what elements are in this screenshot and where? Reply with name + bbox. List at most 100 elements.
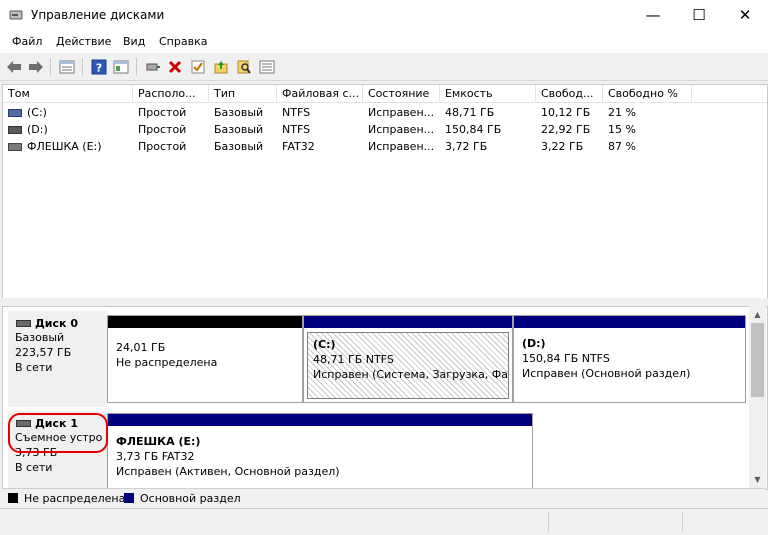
table-row[interactable]: (D:) <box>3 121 133 138</box>
cell-status: Исправен... <box>368 123 435 136</box>
volume-d-size: 150,84 ГБ NTFS <box>522 352 610 365</box>
toolbar: ? <box>0 53 768 81</box>
back-arrow-icon[interactable] <box>4 57 24 77</box>
legend-unallocated: Не распределена <box>24 492 126 505</box>
volume-e-size: 3,73 ГБ FAT32 <box>116 450 195 463</box>
cell-free: 3,22 ГБ <box>541 140 584 153</box>
menu-bar: Файл Действие Вид Справка <box>0 31 768 53</box>
window-title: Управление дисками <box>31 8 165 22</box>
disk-management-app-icon <box>9 10 23 20</box>
disk-0-type: Базовый <box>15 331 65 344</box>
column-header-empty <box>692 85 767 103</box>
volume-e-status: Исправен (Активен, Основной раздел) <box>116 465 340 478</box>
cell-layout: Простой <box>138 140 187 153</box>
unallocated-size: 24,01 ГБ <box>116 341 166 354</box>
pane-splitter[interactable] <box>0 298 768 306</box>
cell-status: Исправен... <box>368 106 435 119</box>
search-icon[interactable] <box>234 57 254 77</box>
vertical-scrollbar[interactable]: ▲ ▼ <box>749 306 766 488</box>
volume-c-status: Исправен (Система, Загрузка, Файл <box>313 368 509 381</box>
help-icon[interactable]: ? <box>89 57 109 77</box>
disk-0-status: В сети <box>15 361 53 374</box>
cell-fs: FAT32 <box>282 140 315 153</box>
volume-d-bar <box>514 316 745 328</box>
cell-layout: Простой <box>138 123 187 136</box>
cell-fs: NTFS <box>282 106 311 119</box>
column-header-filesystem[interactable]: Файловая с... <box>277 85 363 103</box>
cell-free-percent: 21 % <box>608 106 636 119</box>
connect-disk-icon[interactable] <box>143 57 163 77</box>
volume-e[interactable]: ФЛЕШКА (E:) 3,73 ГБ FAT32 Исправен (Акти… <box>107 413 533 489</box>
volume-name: (C:) <box>27 106 47 119</box>
minimize-button[interactable]: — <box>630 0 676 31</box>
column-header-free[interactable]: Свобод... <box>536 85 603 103</box>
column-header-layout[interactable]: Располо... <box>133 85 209 103</box>
close-button[interactable]: ✕ <box>722 0 768 31</box>
legend-primary: Основной раздел <box>140 492 241 505</box>
list-view-icon[interactable] <box>57 57 77 77</box>
column-header-status[interactable]: Состояние <box>363 85 440 103</box>
volume-c-size: 48,71 ГБ NTFS <box>313 353 394 366</box>
cell-free-percent: 15 % <box>608 123 636 136</box>
column-header-free-percent[interactable]: Свободно % <box>603 85 692 103</box>
volume-name: ФЛЕШКА (E:) <box>27 140 102 153</box>
disk-0-name: Диск 0 <box>35 317 78 330</box>
status-bar <box>0 508 768 535</box>
volume-e-title: ФЛЕШКА (E:) <box>116 435 201 448</box>
volume-d-title: (D:) <box>522 337 546 350</box>
scroll-down-arrow-icon[interactable]: ▼ <box>749 471 766 488</box>
menu-action[interactable]: Действие <box>56 35 111 48</box>
highlight-circle <box>8 413 108 453</box>
volume-icon <box>8 126 22 134</box>
disk-icon <box>16 320 31 327</box>
volume-c-title: (C:) <box>313 338 336 351</box>
cell-capacity: 48,71 ГБ <box>445 106 495 119</box>
menu-file[interactable]: Файл <box>12 35 42 48</box>
unallocated-bar <box>108 316 302 328</box>
table-row[interactable]: (C:) <box>3 104 133 121</box>
column-header-capacity[interactable]: Емкость <box>440 85 536 103</box>
disk-0-info[interactable]: Диск 0 Базовый 223,57 ГБ В сети <box>8 311 107 407</box>
volume-e-bar <box>108 414 532 426</box>
unallocated-region[interactable]: 24,01 ГБ Не распределена <box>107 315 303 403</box>
cell-free: 22,92 ГБ <box>541 123 591 136</box>
primary-swatch <box>124 493 134 503</box>
cell-type: Базовый <box>214 106 264 119</box>
cell-fs: NTFS <box>282 123 311 136</box>
volume-d[interactable]: (D:) 150,84 ГБ NTFS Исправен (Основной р… <box>513 315 746 403</box>
column-header-volume[interactable]: Том <box>3 85 133 103</box>
scroll-thumb[interactable] <box>751 323 764 397</box>
check-icon[interactable] <box>188 57 208 77</box>
volume-name: (D:) <box>27 123 48 136</box>
cell-capacity: 150,84 ГБ <box>445 123 502 136</box>
table-row[interactable]: ФЛЕШКА (E:) <box>3 138 133 155</box>
disk-0-size: 223,57 ГБ <box>15 346 72 359</box>
disk-1-status: В сети <box>15 461 53 474</box>
folder-up-icon[interactable] <box>211 57 231 77</box>
cell-free: 10,12 ГБ <box>541 106 591 119</box>
unallocated-swatch <box>8 493 18 503</box>
cell-status: Исправен... <box>368 140 435 153</box>
volume-c[interactable]: (C:) 48,71 ГБ NTFS Исправен (Система, За… <box>303 315 513 403</box>
settings-list-icon[interactable] <box>257 57 277 77</box>
properties-pane-icon[interactable] <box>111 57 131 77</box>
menu-view[interactable]: Вид <box>123 35 145 48</box>
menu-help[interactable]: Справка <box>159 35 207 48</box>
cell-capacity: 3,72 ГБ <box>445 140 488 153</box>
maximize-button[interactable]: ☐ <box>676 0 722 31</box>
column-header-type[interactable]: Тип <box>209 85 277 103</box>
delete-icon[interactable] <box>165 57 185 77</box>
disk-map-pane: Диск 0 Базовый 223,57 ГБ В сети 24,01 ГБ… <box>2 306 768 490</box>
cell-type: Базовый <box>214 140 264 153</box>
title-bar: Управление дисками — ☐ ✕ <box>0 0 768 31</box>
unallocated-label: Не распределена <box>116 356 218 369</box>
volume-icon <box>8 143 22 151</box>
volume-c-bar <box>304 316 512 328</box>
volume-list: Том Располо... Тип Файловая с... Состоян… <box>2 84 768 300</box>
forward-arrow-icon[interactable] <box>26 57 46 77</box>
legend: Не распределена Основной раздел <box>2 488 766 508</box>
scroll-up-arrow-icon[interactable]: ▲ <box>749 306 766 323</box>
cell-layout: Простой <box>138 106 187 119</box>
svg-text:?: ? <box>96 62 102 75</box>
volume-d-status: Исправен (Основной раздел) <box>522 367 691 380</box>
